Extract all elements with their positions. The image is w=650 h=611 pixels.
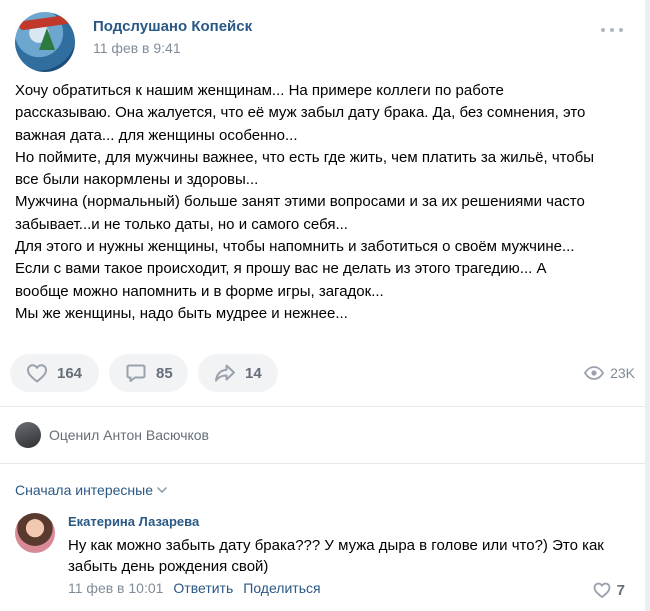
post-header: Подслушано Копейск 11 фев в 9:41 [15, 12, 635, 72]
divider [0, 406, 650, 407]
heart-icon [27, 364, 47, 383]
share-count: 14 [245, 364, 262, 382]
chevron-down-icon [157, 487, 167, 493]
post-card: Подслушано Копейск 11 фев в 9:41 Хочу об… [0, 0, 650, 611]
heart-icon [593, 582, 611, 598]
liked-by[interactable]: Оценил Антон Васючков [15, 422, 209, 448]
comment-like-count: 7 [616, 581, 625, 599]
post-text-line: Если с вами такое происходит, я прошу ва… [15, 260, 547, 278]
post-text-line: забывает...и не только даты, но и самого… [15, 215, 348, 233]
comment-time[interactable]: 11 фев в 10:01 [68, 580, 163, 596]
share-button[interactable]: 14 [198, 354, 278, 392]
comment-author[interactable]: Екатерина Лазарева [68, 514, 199, 529]
group-avatar[interactable] [15, 12, 75, 72]
post-actions: 164 85 14 23K [10, 354, 635, 392]
post-text-line: Мужчина (нормальный) больше занят этими … [15, 193, 585, 211]
comments-sort-dropdown[interactable]: Сначала интересные [15, 482, 168, 498]
eye-icon [584, 366, 605, 380]
sort-label: Сначала интересные [15, 482, 153, 498]
views-count: 23K [610, 365, 635, 381]
page-edge [645, 0, 650, 611]
more-icon[interactable] [601, 24, 623, 38]
liked-by-text: Оценил Антон Васючков [49, 427, 209, 443]
comment-icon [126, 364, 146, 382]
post-text-line: рассказываю. Она жалуется, что её муж за… [15, 104, 586, 122]
post-text-line: вообще можно напомнить и в форме игры, з… [15, 282, 384, 300]
reply-link[interactable]: Ответить [173, 580, 233, 596]
post-time[interactable]: 11 фев в 9:41 [93, 40, 181, 56]
comment-text: Ну как можно забыть дату брака??? У мужа… [68, 537, 604, 575]
commenter-avatar[interactable] [15, 513, 55, 553]
share-comment-link[interactable]: Поделиться [243, 580, 320, 596]
post-text-line: Мы же женщины, надо быть мудрее и нежнее… [15, 304, 348, 322]
like-count: 164 [57, 364, 83, 382]
post-text: Хочу обратиться к нашим женщинам... На п… [15, 80, 635, 325]
like-button[interactable]: 164 [10, 354, 99, 392]
comment-count: 85 [156, 364, 173, 382]
post-text-line: важная дата... для женщины особенно... [15, 126, 298, 144]
comment-like-button[interactable]: 7 [592, 580, 625, 600]
comment-button[interactable]: 85 [109, 354, 188, 392]
views-counter: 23K [584, 354, 635, 392]
post-text-line: все были накормлены и здоровы... [15, 171, 259, 189]
post-text-line: Но поймите, для мужчины важнее, что есть… [15, 148, 595, 166]
avatar-tree [39, 28, 55, 50]
divider [0, 463, 650, 464]
comment-meta: 11 фев в 10:01 Ответить Поделиться [68, 580, 321, 596]
post-text-line: Хочу обратиться к нашим женщинам... На п… [15, 82, 504, 99]
post-text-line: Для этого и нужны женщины, чтобы напомни… [15, 238, 575, 256]
share-icon [215, 364, 235, 382]
group-name-link[interactable]: Подслушано Копейск [93, 18, 252, 35]
liked-by-avatar[interactable] [15, 422, 41, 448]
